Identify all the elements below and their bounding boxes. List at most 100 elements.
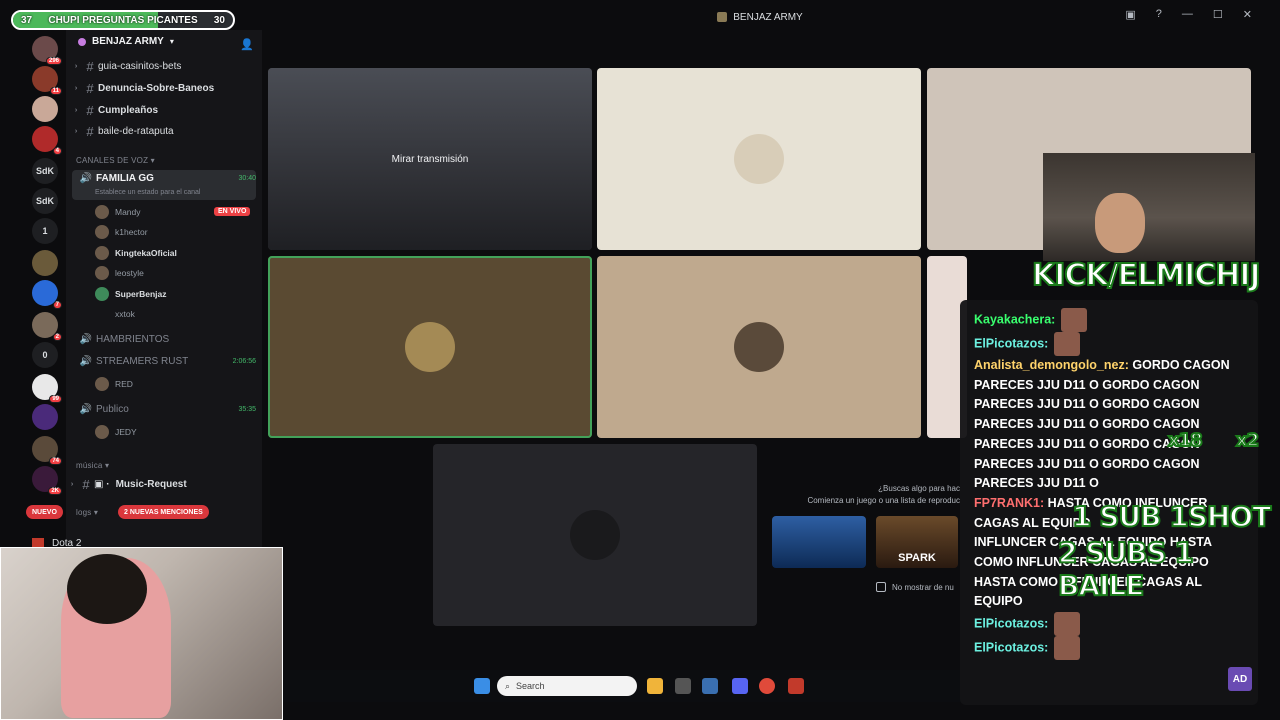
activity-thumb[interactable]: [772, 516, 866, 568]
voice-channel-label: Publico: [96, 404, 129, 415]
server-icon[interactable]: [32, 96, 58, 122]
speaker-icon: 🔊: [79, 173, 93, 184]
server-icon[interactable]: 7: [32, 280, 62, 309]
chat-text: PARECES JJU D11 O: [974, 476, 1099, 491]
chat-text: PARECES JJU D11 O GORDO CAGON: [974, 417, 1200, 432]
inbox-icon[interactable]: ▣: [1125, 8, 1135, 21]
avatar: [734, 134, 784, 184]
channel-label: Music-Request: [115, 478, 187, 490]
logs-category-label: logs: [76, 508, 92, 517]
chat-username: ElPicotazos:: [974, 640, 1049, 655]
server-icon[interactable]: 99: [32, 374, 62, 403]
voice-category[interactable]: CANALES DE VOZ ▾: [76, 156, 155, 165]
chat-username: Analista_demongolo_nez:: [974, 358, 1129, 372]
server-icon[interactable]: [32, 250, 58, 276]
help-icon[interactable]: ?: [1156, 8, 1162, 21]
close-button[interactable]: ✕: [1243, 8, 1252, 21]
maximize-button[interactable]: ☐: [1213, 8, 1223, 21]
channel-music-request[interactable]: › # ▣ · Music-Request: [66, 474, 252, 494]
windows-start-icon[interactable]: [474, 678, 490, 694]
chat-message: Kayakachera:: [974, 308, 1246, 332]
voice-member[interactable]: k1hector: [95, 225, 148, 239]
guest-webcam: [1043, 153, 1255, 261]
taskbar-search[interactable]: ⌕ Search: [497, 676, 637, 696]
dota-icon[interactable]: [788, 678, 804, 694]
unread-badge: 2K: [48, 487, 62, 495]
watch-stream-label[interactable]: Mirar transmisión: [392, 154, 469, 165]
user-tile-speaking[interactable]: [268, 256, 592, 438]
channel-guia[interactable]: › # guia-casinitos-bets: [70, 56, 256, 76]
chrome-icon[interactable]: [759, 678, 775, 694]
activity-thumb[interactable]: SPARK: [876, 516, 958, 568]
stream-tile[interactable]: Mirar transmisión: [268, 68, 592, 250]
hash-icon: #: [86, 80, 94, 96]
chat-message: Analista_demongolo_nez: GORDO CAGON: [974, 356, 1246, 376]
avatar: [95, 307, 109, 321]
chat-message: ElPicotazos:: [974, 332, 1246, 356]
app-icon[interactable]: [675, 678, 691, 694]
chevron-right-icon: ›: [74, 84, 78, 92]
voice-member[interactable]: Mandy: [95, 205, 141, 219]
chat-message: PARECES JJU D11 O GORDO CAGON: [974, 455, 1246, 475]
emote-multiplier-1: x18: [1167, 429, 1204, 452]
member-name: xxtok: [115, 309, 135, 319]
channel-denuncia[interactable]: › # Denuncia-Sobre-Baneos: [70, 78, 256, 98]
folder-icon[interactable]: [647, 678, 663, 694]
invite-icon[interactable]: 👤: [240, 38, 254, 51]
checkbox[interactable]: [876, 582, 886, 592]
server-name-header[interactable]: BENJAZ ARMY ▾: [78, 36, 174, 47]
avatar: [95, 246, 109, 260]
voice-member[interactable]: KingtekaOficial: [95, 246, 177, 260]
server-icon[interactable]: 74: [32, 436, 62, 465]
voice-channel-rust[interactable]: 🔊 STREAMERS RUST 2:06:56: [76, 356, 262, 367]
discord-icon[interactable]: [732, 678, 748, 694]
server-icon[interactable]: 1: [32, 218, 58, 244]
channel-label: guia-casinitos-bets: [98, 60, 182, 72]
user-tile[interactable]: [597, 256, 921, 438]
new-mentions-pill[interactable]: 2 NUEVAS MENCIONES: [118, 505, 209, 519]
server-icon[interactable]: SdK: [32, 188, 58, 214]
chevron-down-icon: ▾: [169, 37, 174, 46]
channel-label: Denuncia-Sobre-Baneos: [98, 82, 215, 94]
user-tile[interactable]: [433, 444, 757, 626]
user-tile[interactable]: [597, 68, 921, 250]
streamer-hair: [67, 554, 147, 624]
server-icon[interactable]: 296: [32, 36, 62, 65]
channel-status[interactable]: Establece un estado para el canal: [95, 189, 200, 196]
member-name: KingtekaOficial: [115, 248, 177, 258]
member-name: RED: [115, 379, 133, 389]
voice-member[interactable]: leostyle: [95, 266, 144, 280]
server-icon[interactable]: 0: [32, 342, 58, 368]
window-titlebar: BENJAZ ARMY: [262, 6, 1258, 28]
voice-member[interactable]: xxtok: [95, 307, 135, 321]
server-icon[interactable]: [32, 404, 58, 430]
voice-channel-familia[interactable]: 🔊 FAMILIA GG 30:40: [76, 173, 262, 184]
chat-username: ElPicotazos:: [974, 616, 1049, 631]
voice-member[interactable]: SuperBenjaz: [95, 287, 167, 301]
app-icon[interactable]: [702, 678, 718, 694]
server-icon[interactable]: SdK: [32, 158, 58, 184]
emote-icon: [1053, 612, 1080, 637]
new-unreads-pill[interactable]: NUEVO: [26, 505, 63, 519]
voice-member[interactable]: JEDY: [95, 425, 137, 439]
music-category[interactable]: música ▾: [76, 461, 109, 470]
channel-cumpleanos[interactable]: › # Cumpleaños: [70, 100, 256, 120]
voice-member[interactable]: RED: [95, 377, 133, 391]
minimize-button[interactable]: —: [1182, 8, 1193, 21]
dont-show-checkbox[interactable]: No mostrar de nu: [876, 582, 954, 592]
voice-timer: 30:40: [238, 175, 256, 182]
logs-category[interactable]: logs ▾: [76, 508, 98, 517]
voice-channel-hambrientos[interactable]: 🔊 HAMBRIENTOS: [76, 334, 262, 345]
channel-baile[interactable]: › # baile-de-rataputa: [70, 121, 256, 141]
taskbar-search-label: Search: [516, 681, 545, 691]
server-icon[interactable]: 2K: [32, 466, 62, 495]
voice-channel-label: FAMILIA GG: [96, 173, 154, 184]
voice-channel-publico[interactable]: 🔊 Publico 35:35: [76, 404, 262, 415]
chat-message: PARECES JJU D11 O: [974, 474, 1246, 494]
unread-badge: 99: [49, 395, 62, 403]
server-icon[interactable]: 4: [32, 126, 62, 155]
server-icon[interactable]: 2: [32, 312, 62, 341]
unread-badge: 2: [52, 333, 62, 341]
server-icon[interactable]: 11: [32, 66, 62, 95]
goal-progress-bar: 37 CHUPI PREGUNTAS PICANTES 30: [11, 10, 235, 30]
